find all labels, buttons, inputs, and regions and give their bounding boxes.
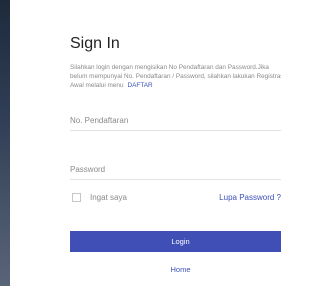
signin-panel: Sign In Silahkan login dengan mengisikan… — [10, 0, 281, 286]
signin-description: Silahkan login dengan mengisikan No Pend… — [70, 63, 281, 90]
background-side-panel — [0, 0, 10, 286]
password-input[interactable] — [70, 159, 281, 180]
page-title: Sign In — [70, 35, 120, 52]
login-page: Sign In Silahkan login dengan mengisikan… — [0, 0, 281, 286]
daftar-link[interactable]: DAFTAR — [128, 82, 153, 89]
forgot-password-link[interactable]: Lupa Password ? — [219, 193, 281, 202]
remember-me-checkbox[interactable] — [72, 193, 81, 202]
remember-me-label[interactable]: Ingat saya — [90, 193, 127, 202]
home-link[interactable]: Home — [70, 265, 281, 274]
login-button[interactable]: Login — [70, 231, 281, 252]
description-text: Silahkan login dengan mengisikan No Pend… — [70, 64, 281, 89]
registration-number-input[interactable] — [70, 110, 281, 131]
